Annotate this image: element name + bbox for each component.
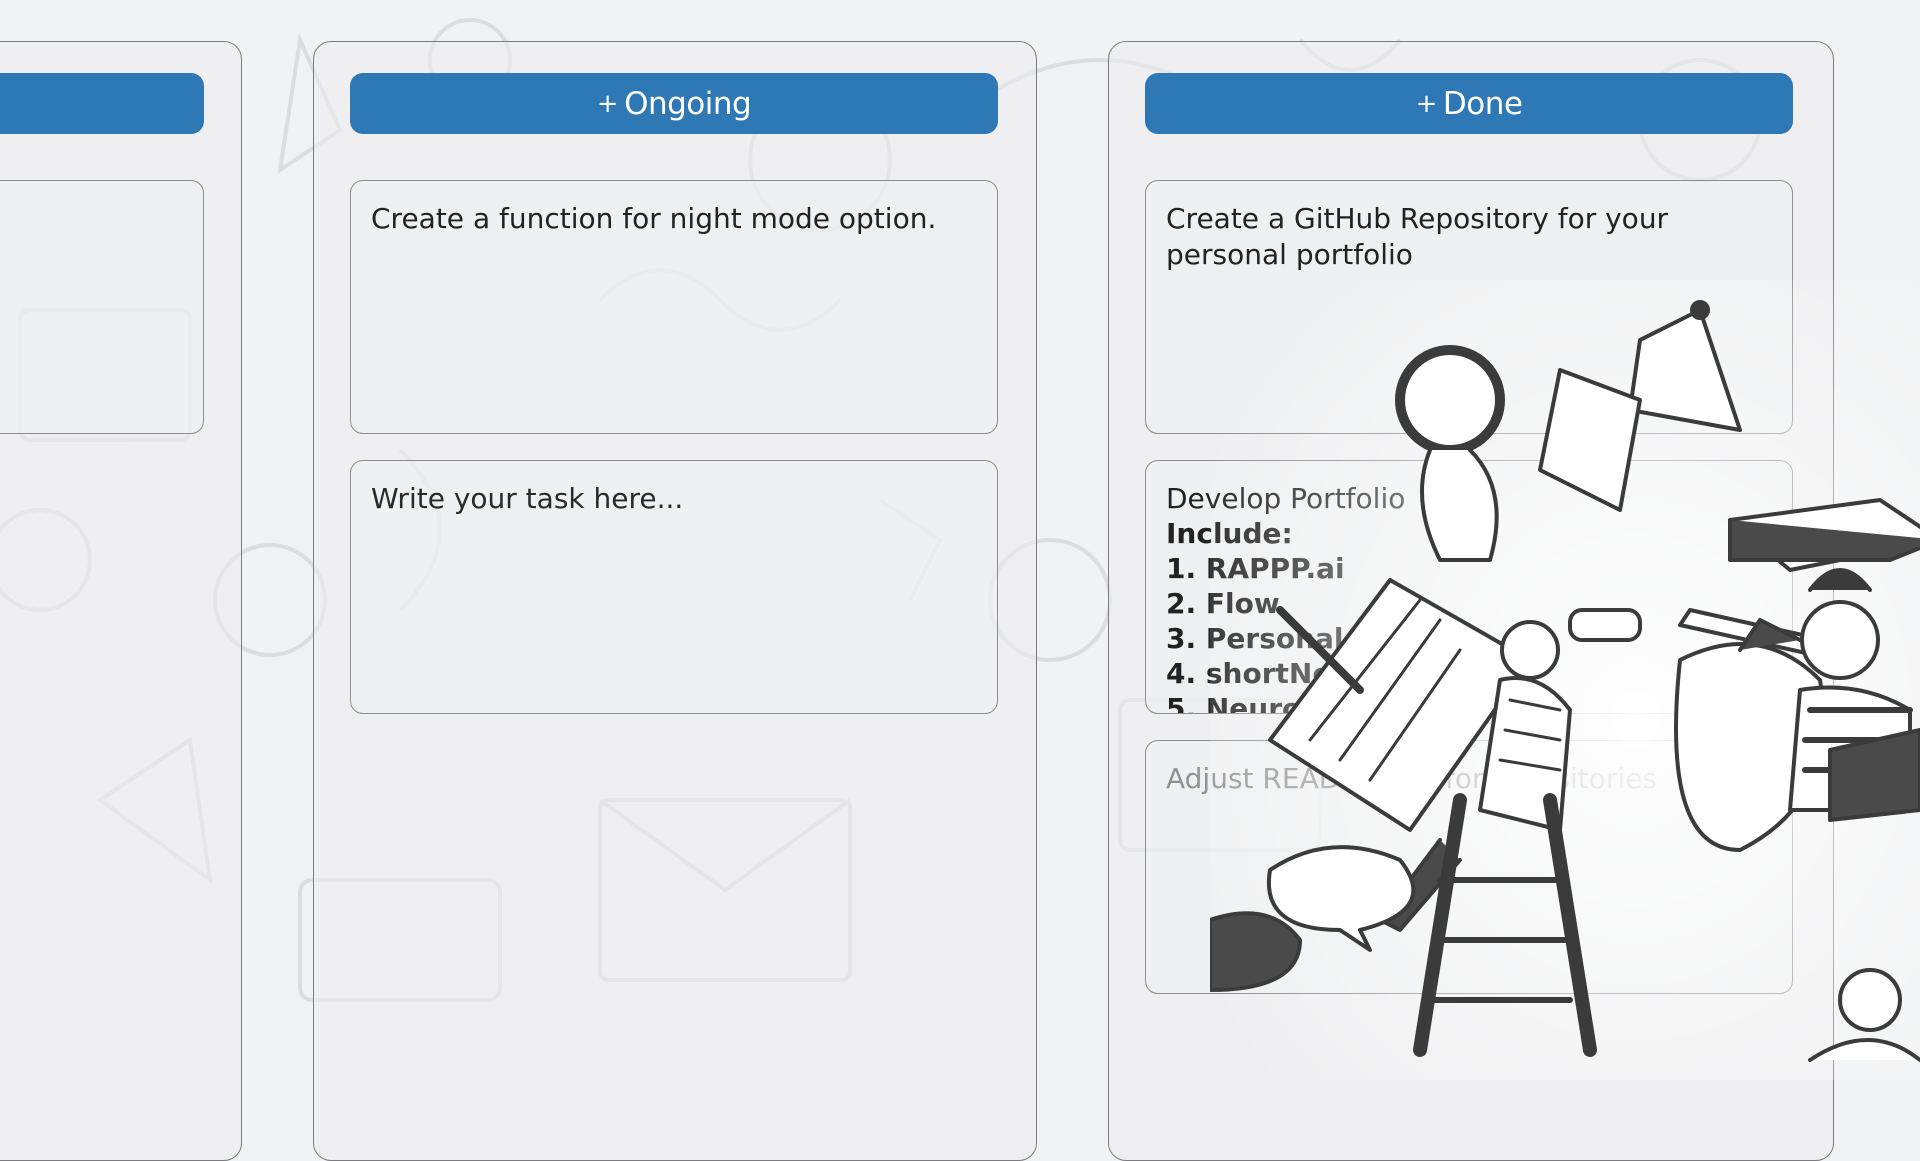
plus-icon: + xyxy=(1415,88,1438,119)
task-text: Create a GitHub Repository for your pers… xyxy=(1166,202,1677,271)
plus-icon: + xyxy=(596,88,619,119)
add-ongoing-button[interactable]: + Ongoing xyxy=(350,73,998,134)
task-text: Create a function for night mode option. xyxy=(371,202,937,235)
todo-card[interactable] xyxy=(0,180,204,434)
task-card[interactable]: Develop Portfolio Include: 1. RAPPP.ai 2… xyxy=(1145,460,1793,714)
task-line: 4. shortNotes xyxy=(1166,657,1381,690)
ongoing-header-label: Ongoing xyxy=(624,85,752,122)
task-line: Include: xyxy=(1166,517,1293,550)
task-line: 1. RAPPP.ai xyxy=(1166,552,1345,585)
column-done: + Done Create a GitHub Repository for yo… xyxy=(1108,41,1834,1161)
add-done-button[interactable]: + Done xyxy=(1145,73,1793,134)
new-task-card[interactable]: Write your task here... xyxy=(350,460,998,714)
task-text: Adjust README.md for repositories xyxy=(1166,762,1657,795)
task-line: 3. Personal Portfolio xyxy=(1166,622,1491,655)
column-todo xyxy=(0,41,242,1161)
task-line: 5. Neuron's Adventure xyxy=(1166,692,1522,714)
add-todo-button[interactable] xyxy=(0,73,204,134)
task-title: Develop Portfolio xyxy=(1166,482,1406,515)
task-card[interactable]: Create a GitHub Repository for your pers… xyxy=(1145,180,1793,434)
task-card[interactable]: Adjust README.md for repositories xyxy=(1145,740,1793,994)
column-ongoing: + Ongoing Create a function for night mo… xyxy=(313,41,1037,1161)
task-line: 2. Flow xyxy=(1166,587,1280,620)
done-header-label: Done xyxy=(1442,85,1523,122)
task-card[interactable]: Create a function for night mode option. xyxy=(350,180,998,434)
task-placeholder: Write your task here... xyxy=(371,482,684,515)
